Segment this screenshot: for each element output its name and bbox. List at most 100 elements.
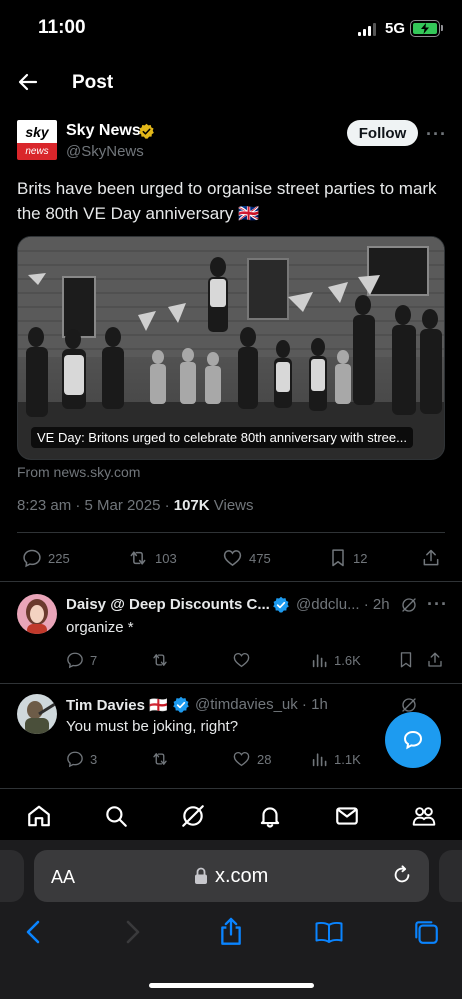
reply-author-name[interactable]: Daisy @ Deep Discounts C...: [66, 596, 270, 613]
share-button[interactable]: [426, 651, 444, 669]
link-card-caption: VE Day: Britons urged to celebrate 80th …: [31, 427, 413, 448]
author-handle[interactable]: @SkyNews: [66, 143, 144, 160]
heart-icon: [233, 751, 250, 767]
reply-text: You must be joking, right?: [66, 718, 239, 735]
repost-icon: [130, 551, 146, 565]
reply-action-bar: 3 28 1.1K: [66, 749, 376, 769]
repost-button[interactable]: 103: [127, 548, 222, 568]
previous-tab-preview[interactable]: [0, 850, 24, 902]
divider: [0, 581, 462, 582]
reply-text: organize *: [66, 619, 134, 636]
lock-icon: [194, 867, 208, 885]
post-text: Brits have been urged to organise street…: [17, 179, 437, 223]
repost-icon: [153, 654, 167, 666]
link-source[interactable]: From news.sky.com: [17, 464, 140, 480]
grok-icon[interactable]: [400, 596, 418, 614]
views-button[interactable]: 1.6K: [312, 652, 398, 668]
post-timestamp: 8:23 am · 5 Mar 2025 · 107K Views: [17, 497, 254, 514]
like-button[interactable]: 28: [232, 750, 312, 768]
post-action-bar: 225 103 475 12: [22, 546, 442, 570]
reply-icon: [67, 751, 83, 768]
verified-blue-icon: [172, 696, 190, 714]
repost-button[interactable]: [150, 651, 232, 669]
reply-author-handle[interactable]: @ddclu... · 2h: [296, 596, 390, 613]
reply-action-bar: 7 1.6K: [66, 650, 446, 670]
browser-forward-icon[interactable]: [122, 919, 142, 945]
reply-avatar[interactable]: [17, 694, 57, 734]
bookmark-icon: [400, 652, 412, 668]
verified-blue-icon: [272, 596, 290, 614]
bottom-navigation: [0, 788, 462, 840]
post-time: 8:23 am · 5 Mar 2025 ·: [17, 497, 174, 514]
share-button[interactable]: [421, 548, 441, 568]
bookmarks-book-icon[interactable]: [314, 919, 344, 945]
share-icon: [423, 549, 439, 566]
share-icon: [428, 652, 442, 667]
reply-count: 3: [90, 751, 98, 767]
verified-gold-icon: [138, 123, 155, 140]
reply-count: 7: [90, 652, 98, 668]
heart-icon: [233, 652, 250, 668]
views-label: Views: [209, 497, 254, 514]
reply-author-handle[interactable]: @timdavies_uk · 1h: [195, 696, 328, 713]
reply-avatar[interactable]: [17, 594, 57, 634]
avatar-image: [17, 594, 57, 634]
reload-icon[interactable]: [391, 864, 413, 886]
author-name[interactable]: Sky News: [66, 122, 141, 140]
home-indicator: [149, 983, 314, 988]
url-text[interactable]: x.com: [215, 865, 268, 888]
back-arrow-icon[interactable]: [16, 70, 40, 94]
tabs-icon[interactable]: [412, 918, 440, 946]
search-icon[interactable]: [103, 803, 129, 829]
views-count: 107K: [173, 497, 210, 514]
views-button[interactable]: 1.1K: [312, 751, 361, 767]
author-avatar[interactable]: sky news: [17, 120, 57, 160]
repost-count: 103: [155, 550, 177, 566]
bookmark-icon: [332, 549, 344, 567]
avatar-image: [17, 694, 57, 734]
follow-button[interactable]: Follow: [347, 120, 418, 146]
divider: [0, 683, 462, 684]
views-icon: [312, 753, 327, 767]
bookmark-button[interactable]: 12: [329, 548, 421, 568]
repost-icon: [153, 753, 167, 765]
chat-bubble-icon: [403, 730, 423, 750]
messages-envelope-icon[interactable]: [334, 803, 360, 829]
reply-count: 225: [48, 550, 70, 566]
status-time: 11:00: [38, 17, 86, 38]
reply-button[interactable]: 225: [22, 548, 127, 568]
notifications-bell-icon[interactable]: [257, 803, 283, 829]
logo-bottom: news: [17, 143, 57, 160]
battery-nub: [441, 25, 443, 31]
views-count: 1.6K: [334, 652, 361, 668]
home-icon[interactable]: [26, 803, 52, 829]
views-icon: [312, 654, 327, 668]
browser-share-icon[interactable]: [217, 916, 245, 946]
repost-button[interactable]: [150, 750, 232, 768]
logo-top: sky: [17, 120, 57, 143]
more-options-icon[interactable]: ···: [426, 124, 447, 145]
battery-icon: [410, 20, 440, 37]
network-label: 5G: [385, 20, 406, 37]
reply-icon: [23, 549, 41, 568]
communities-icon[interactable]: [411, 803, 437, 829]
reply-icon: [67, 652, 83, 669]
reply-button[interactable]: 3: [66, 750, 150, 768]
reader-settings-button[interactable]: AA: [51, 867, 75, 888]
grok-icon[interactable]: [180, 803, 206, 829]
bookmark-count: 12: [353, 550, 368, 566]
like-button[interactable]: 475: [222, 548, 329, 568]
floating-action-button[interactable]: [385, 712, 441, 768]
divider: [17, 532, 445, 533]
browser-back-icon[interactable]: [24, 919, 44, 945]
reply-button[interactable]: 7: [66, 651, 150, 669]
bookmark-button[interactable]: [398, 651, 426, 669]
next-tab-preview[interactable]: [439, 850, 462, 902]
reply-author-name[interactable]: Tim Davies 🏴󠁧󠁢󠁥󠁮󠁧󠁿: [66, 696, 168, 714]
like-count: 28: [257, 751, 272, 767]
heart-icon: [223, 550, 242, 567]
page-title: Post: [72, 72, 114, 93]
signal-icon: [358, 22, 376, 36]
like-button[interactable]: [232, 651, 312, 669]
reply-more-icon[interactable]: ···: [427, 594, 448, 615]
